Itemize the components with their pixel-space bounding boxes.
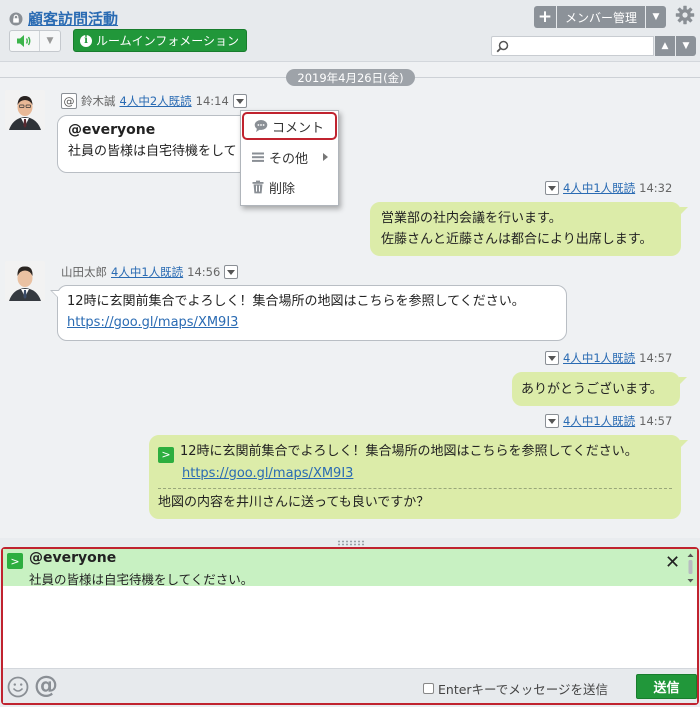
other-label: その他 [269, 151, 309, 167]
message-context-menu: コメント その他 削除 [240, 110, 339, 206]
message-menu-toggle[interactable] [545, 414, 559, 428]
message-menu-toggle[interactable] [545, 351, 559, 365]
message-menu-toggle[interactable] [232, 94, 247, 108]
read-status-link[interactable]: 4人中1人既読 [563, 350, 635, 366]
reply-text: 地図の内容を井川さんに送っても良いですか？ [158, 487, 672, 513]
trash-icon [252, 180, 264, 194]
other-menu-item[interactable]: その他 [241, 144, 338, 170]
quote-mention: @everyone [29, 550, 117, 566]
comment-menu-item[interactable]: コメント [242, 112, 337, 140]
message-meta: 4人中1人既読 14:57 [545, 413, 672, 429]
avatar[interactable] [5, 90, 45, 130]
enter-to-send-label: Enterキーでメッセージを送信 [438, 682, 609, 697]
lock-icon [9, 12, 23, 25]
mention-icon: @ [61, 93, 77, 109]
message-line: 営業部の社内会議を行います。 [381, 211, 562, 226]
search-icon [496, 40, 509, 53]
message-bubble: 12時に玄関前集合でよろしく！集合場所の地図はこちらを参照してください。 htt… [50, 285, 567, 341]
quote-scrollbar[interactable] [686, 552, 695, 584]
send-button[interactable]: 送信 [636, 674, 697, 699]
message-time: 14:57 [639, 351, 673, 365]
read-status-link[interactable]: 4人中2人既読 [120, 93, 192, 109]
add-member-button[interactable]: + [534, 6, 556, 28]
read-status-link[interactable]: 4人中1人既読 [563, 180, 635, 196]
gear-icon[interactable] [675, 5, 695, 25]
room-title[interactable]: 顧客訪問活動 [28, 8, 118, 29]
message-time: 14:14 [195, 94, 229, 108]
message-timeline[interactable]: 2019年4月26日(金) @ 鈴木誠 4人中2人既読 14:14 @every… [0, 62, 700, 538]
member-management-group: + メンバー管理 ▼ [534, 6, 667, 28]
search-next-button[interactable]: ▼ [676, 36, 696, 56]
message-line: 佐藤さんと近藤さんは都合により出席します。 [381, 232, 653, 247]
room-info-label: ルームインフォメーション [96, 34, 240, 48]
message-composer: > @everyone 社員の皆様は自宅待機をしてください。 ✕ @ Enter… [1, 547, 699, 705]
emoji-icon[interactable] [7, 676, 29, 698]
search-navigation: ▲ ▼ [655, 36, 696, 56]
chevron-down-icon[interactable]: ▼ [40, 36, 60, 46]
quote-icon: > [158, 446, 174, 463]
enter-to-send-checkbox[interactable] [423, 683, 434, 694]
room-header: 顧客訪問活動 ▼ i ルームインフォメーション + メンバー管理 ▼ ▲ ▼ [0, 0, 700, 62]
search-input[interactable] [512, 37, 652, 55]
delete-label: 削除 [269, 181, 296, 197]
date-label: 2019年4月26日(金) [286, 69, 415, 86]
message-time: 14:32 [639, 181, 673, 195]
map-link[interactable]: https://goo.gl/maps/XM9I3 [182, 466, 353, 481]
message-menu-toggle[interactable] [224, 265, 239, 279]
comment-label: コメント [272, 120, 325, 136]
search-box [491, 36, 654, 56]
enter-to-send-option[interactable]: Enterキーでメッセージを送信 [423, 679, 608, 698]
message-bubble: >12時に玄関前集合でよろしく！集合場所の地図はこちらを参照してください。 ht… [149, 435, 688, 519]
list-icon [252, 152, 264, 162]
message-time: 14:56 [187, 265, 221, 279]
speaker-icon[interactable] [10, 31, 40, 51]
quote-text: 12時に玄関前集合でよろしく！集合場所の地図はこちらを参照してください。 [180, 444, 638, 459]
member-management-button[interactable]: メンバー管理 [557, 6, 646, 28]
mention-icon[interactable]: @ [34, 671, 58, 699]
room-title-row: 顧客訪問活動 [9, 8, 118, 29]
chevron-right-icon [323, 153, 328, 161]
message-time: 14:57 [639, 414, 673, 428]
message-meta: @ 鈴木誠 4人中2人既読 14:14 [61, 93, 247, 109]
quote-icon: > [7, 553, 23, 569]
resize-handle[interactable] [337, 540, 365, 546]
message-bubble: 営業部の社内会議を行います。 佐藤さんと近藤さんは都合により出席します。 [370, 202, 688, 256]
composer-footer: @ Enterキーでメッセージを送信 送信 [3, 668, 697, 703]
message-input[interactable] [7, 589, 693, 665]
member-dropdown-button[interactable]: ▼ [646, 6, 667, 28]
info-icon: i [80, 34, 92, 47]
delete-menu-item[interactable]: 削除 [241, 174, 338, 200]
sender-name[interactable]: 山田太郎 [61, 264, 107, 280]
sender-name[interactable]: 鈴木誠 [81, 93, 116, 109]
message-meta: 4人中1人既読 14:57 [545, 350, 672, 366]
read-status-link[interactable]: 4人中1人既読 [111, 264, 183, 280]
message-text: ありがとうございます。 [521, 382, 663, 397]
reply-quote-preview: > @everyone 社員の皆様は自宅待機をしてください。 ✕ [3, 549, 697, 587]
notification-sound-toggle[interactable]: ▼ [9, 30, 61, 52]
search-prev-button[interactable]: ▲ [655, 36, 675, 56]
comment-icon [254, 120, 268, 132]
room-info-button[interactable]: i ルームインフォメーション [73, 29, 248, 52]
map-link[interactable]: https://goo.gl/maps/XM9I3 [67, 315, 238, 330]
avatar[interactable] [5, 261, 45, 301]
message-meta: 山田太郎 4人中1人既読 14:56 [61, 264, 239, 280]
read-status-link[interactable]: 4人中1人既読 [563, 413, 635, 429]
message-bubble: ありがとうございます。 [512, 372, 687, 406]
quote-text: 社員の皆様は自宅待機をしてください。 [29, 572, 254, 587]
message-menu-toggle[interactable] [545, 181, 559, 195]
message-meta: 4人中1人既読 14:32 [545, 180, 672, 196]
quoted-message[interactable]: >12時に玄関前集合でよろしく！集合場所の地図はこちらを参照してください。 [158, 441, 672, 463]
message-text: 12時に玄関前集合でよろしく！集合場所の地図はこちらを参照してください。 [67, 294, 525, 309]
close-icon[interactable]: ✕ [665, 552, 680, 573]
